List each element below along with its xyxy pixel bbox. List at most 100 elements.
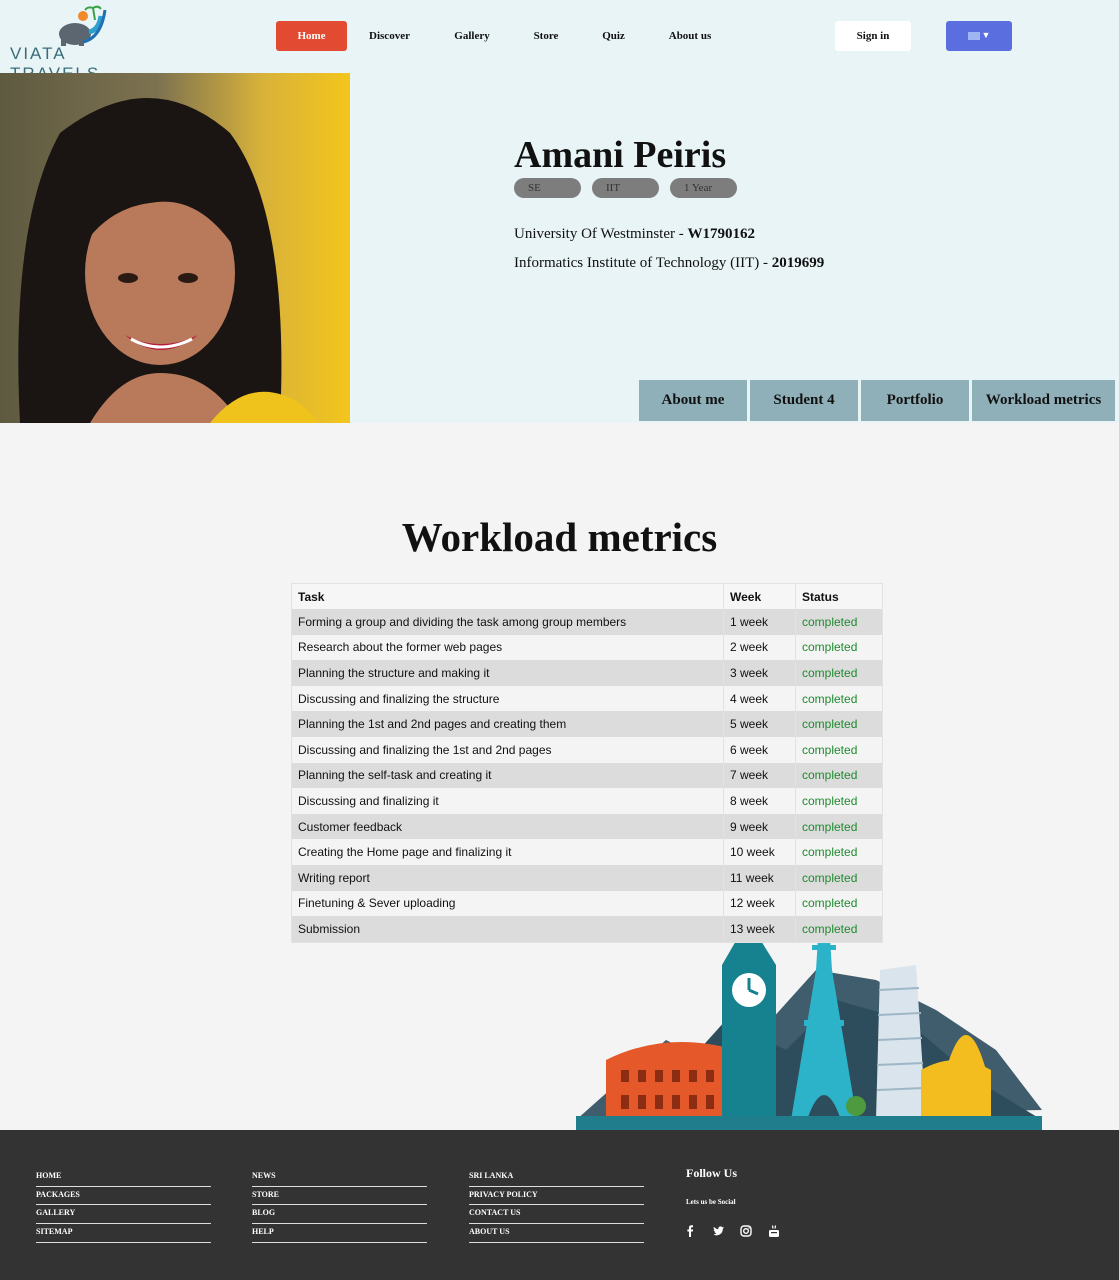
task-cell: Discussing and finalizing it <box>292 788 724 814</box>
footer-link-gallery[interactable]: GALLERY <box>36 1205 211 1225</box>
nav-gallery[interactable]: Gallery <box>432 21 512 51</box>
top-navbar: VIATA TRAVELS Home Discover Gallery Stor… <box>0 0 1119 83</box>
table-row: Discussing and finalizing it 8 week comple… <box>292 788 882 814</box>
chevron-down-icon: ▼ <box>981 30 991 40</box>
status-cell: completed <box>802 614 858 629</box>
week-cell: 8 week <box>724 788 796 814</box>
table-header-row: Task Week Status <box>292 584 882 609</box>
follow-us-subtitle: Lets us be Social <box>686 1198 736 1206</box>
week-cell: 5 week <box>724 711 796 737</box>
portrait-image <box>0 73 350 423</box>
table-row: Forming a group and dividing the task am… <box>292 609 882 635</box>
table-row: Planning the self-task and creating it 7 … <box>292 762 882 789</box>
task-cell: Submission <box>292 916 724 942</box>
tab-about-me[interactable]: About me <box>639 380 747 421</box>
status-cell: completed <box>802 870 858 885</box>
week-cell: 9 week <box>724 813 796 840</box>
status-cell: completed <box>802 845 858 860</box>
footer-link-store[interactable]: STORE <box>252 1187 427 1206</box>
week-cell: 2 week <box>724 634 796 661</box>
week-cell: 4 week <box>724 685 796 712</box>
university-line: University Of Westminster - W1790162 <box>514 226 755 243</box>
week-cell: 1 week <box>724 609 796 635</box>
tab-student-4[interactable]: Student 4 <box>750 380 858 421</box>
table-row: Creating the Home page and finalizing it… <box>292 839 882 865</box>
status-cell: completed <box>802 640 858 655</box>
footer-link-about-us[interactable]: ABOUT US <box>469 1224 644 1243</box>
footer-column-info: SRI LANKA PRIVACY POLICY CONTACT US ABOU… <box>469 1168 644 1243</box>
tag-badge: SE <box>514 178 581 198</box>
table-row: Discussing and finalizing the structure 4… <box>292 685 882 712</box>
twitter-icon[interactable] <box>711 1224 725 1238</box>
footer-link-sri-lanka[interactable]: SRI LANKA <box>469 1168 644 1187</box>
nav-about-us[interactable]: About us <box>647 21 733 51</box>
nav-store[interactable]: Store <box>512 21 580 51</box>
university-id: W1790162 <box>687 226 756 242</box>
site-footer: HOME PACKAGES GALLERY SITEMAP NEWS STORE… <box>0 1130 1119 1280</box>
task-cell: Finetuning & Sever uploading <box>292 890 724 917</box>
profile-tags: SE IIT 1 Year <box>514 178 737 198</box>
task-cell: Creating the Home page and finalizing it <box>292 839 724 865</box>
footer-column-main: HOME PACKAGES GALLERY SITEMAP <box>36 1168 211 1243</box>
week-cell: 3 week <box>724 660 796 686</box>
footer-link-privacy-policy[interactable]: PRIVACY POLICY <box>469 1187 644 1206</box>
header-status: Status <box>802 589 839 604</box>
status-cell: completed <box>802 717 858 732</box>
task-cell: Discussing and finalizing the 1st and 2n… <box>292 736 724 763</box>
footer-link-contact-us[interactable]: CONTACT US <box>469 1205 644 1225</box>
table-row: Discussing and finalizing the 1st and 2n… <box>292 736 882 763</box>
week-cell: 11 week <box>724 864 796 891</box>
status-cell: completed <box>802 742 858 757</box>
task-cell: Writing report <box>292 864 724 891</box>
footer-column-news: NEWS STORE BLOG HELP <box>252 1168 427 1243</box>
language-selector[interactable]: ▼ <box>946 21 1012 51</box>
youtube-icon[interactable] <box>767 1224 781 1238</box>
sign-in-button[interactable]: Sign in <box>835 21 911 51</box>
social-icons <box>683 1224 781 1238</box>
workload-table: Task Week Status Forming a group and div… <box>291 583 883 943</box>
profile-tabs: About me Student 4 Portfolio Workload me… <box>639 380 1115 421</box>
workload-title: Workload metrics <box>401 514 718 560</box>
task-cell: Research about the former web pages <box>292 634 724 661</box>
footer-link-help[interactable]: HELP <box>252 1224 427 1243</box>
task-cell: Planning the self-task and creating it <box>292 762 724 789</box>
task-cell: Forming a group and dividing the task am… <box>292 609 724 635</box>
tag-badge: IIT <box>592 178 659 198</box>
week-cell: 7 week <box>724 762 796 789</box>
footer-link-news[interactable]: NEWS <box>252 1168 427 1187</box>
status-cell: completed <box>802 896 858 911</box>
table-row: Research about the former web pages 2 wee… <box>292 634 882 661</box>
status-cell: completed <box>802 819 858 834</box>
follow-us-title: Follow Us <box>686 1166 737 1180</box>
week-cell: 10 week <box>724 839 796 865</box>
status-cell: completed <box>802 691 858 706</box>
table-row: Finetuning & Sever uploading 12 week compl… <box>292 890 882 917</box>
table-row: Customer feedback 9 week completed <box>292 813 882 840</box>
nav-discover[interactable]: Discover <box>347 21 432 51</box>
nav-quiz[interactable]: Quiz <box>580 21 647 51</box>
footer-link-home[interactable]: HOME <box>36 1168 211 1187</box>
header-week: Week <box>724 584 796 609</box>
footer-link-blog[interactable]: BLOG <box>252 1205 427 1225</box>
week-cell: 6 week <box>724 736 796 763</box>
instagram-icon[interactable] <box>739 1224 753 1238</box>
week-cell: 13 week <box>724 916 796 942</box>
status-cell: completed <box>802 768 858 783</box>
task-cell: Planning the structure and making it <box>292 660 724 686</box>
tab-portfolio[interactable]: Portfolio <box>861 380 969 421</box>
iit-label: Informatics Institute of Technology (IIT… <box>514 255 772 271</box>
status-cell: completed <box>802 793 858 808</box>
footer-link-packages[interactable]: PACKAGES <box>36 1187 211 1206</box>
viata-travels-logo[interactable]: VIATA TRAVELS <box>8 2 158 83</box>
week-cell: 12 week <box>724 890 796 917</box>
footer-link-sitemap[interactable]: SITEMAP <box>36 1224 211 1243</box>
header-task: Task <box>292 584 724 609</box>
task-cell: Customer feedback <box>292 813 724 840</box>
table-row: Writing report 11 week completed <box>292 864 882 891</box>
tag-badge: 1 Year <box>670 178 737 198</box>
tab-workload-metrics[interactable]: Workload metrics <box>972 380 1115 421</box>
facebook-icon[interactable] <box>683 1224 697 1238</box>
nav-home[interactable]: Home <box>276 21 347 51</box>
task-cell: Planning the 1st and 2nd pages and creat… <box>292 711 724 737</box>
iit-line: Informatics Institute of Technology (IIT… <box>514 255 824 272</box>
